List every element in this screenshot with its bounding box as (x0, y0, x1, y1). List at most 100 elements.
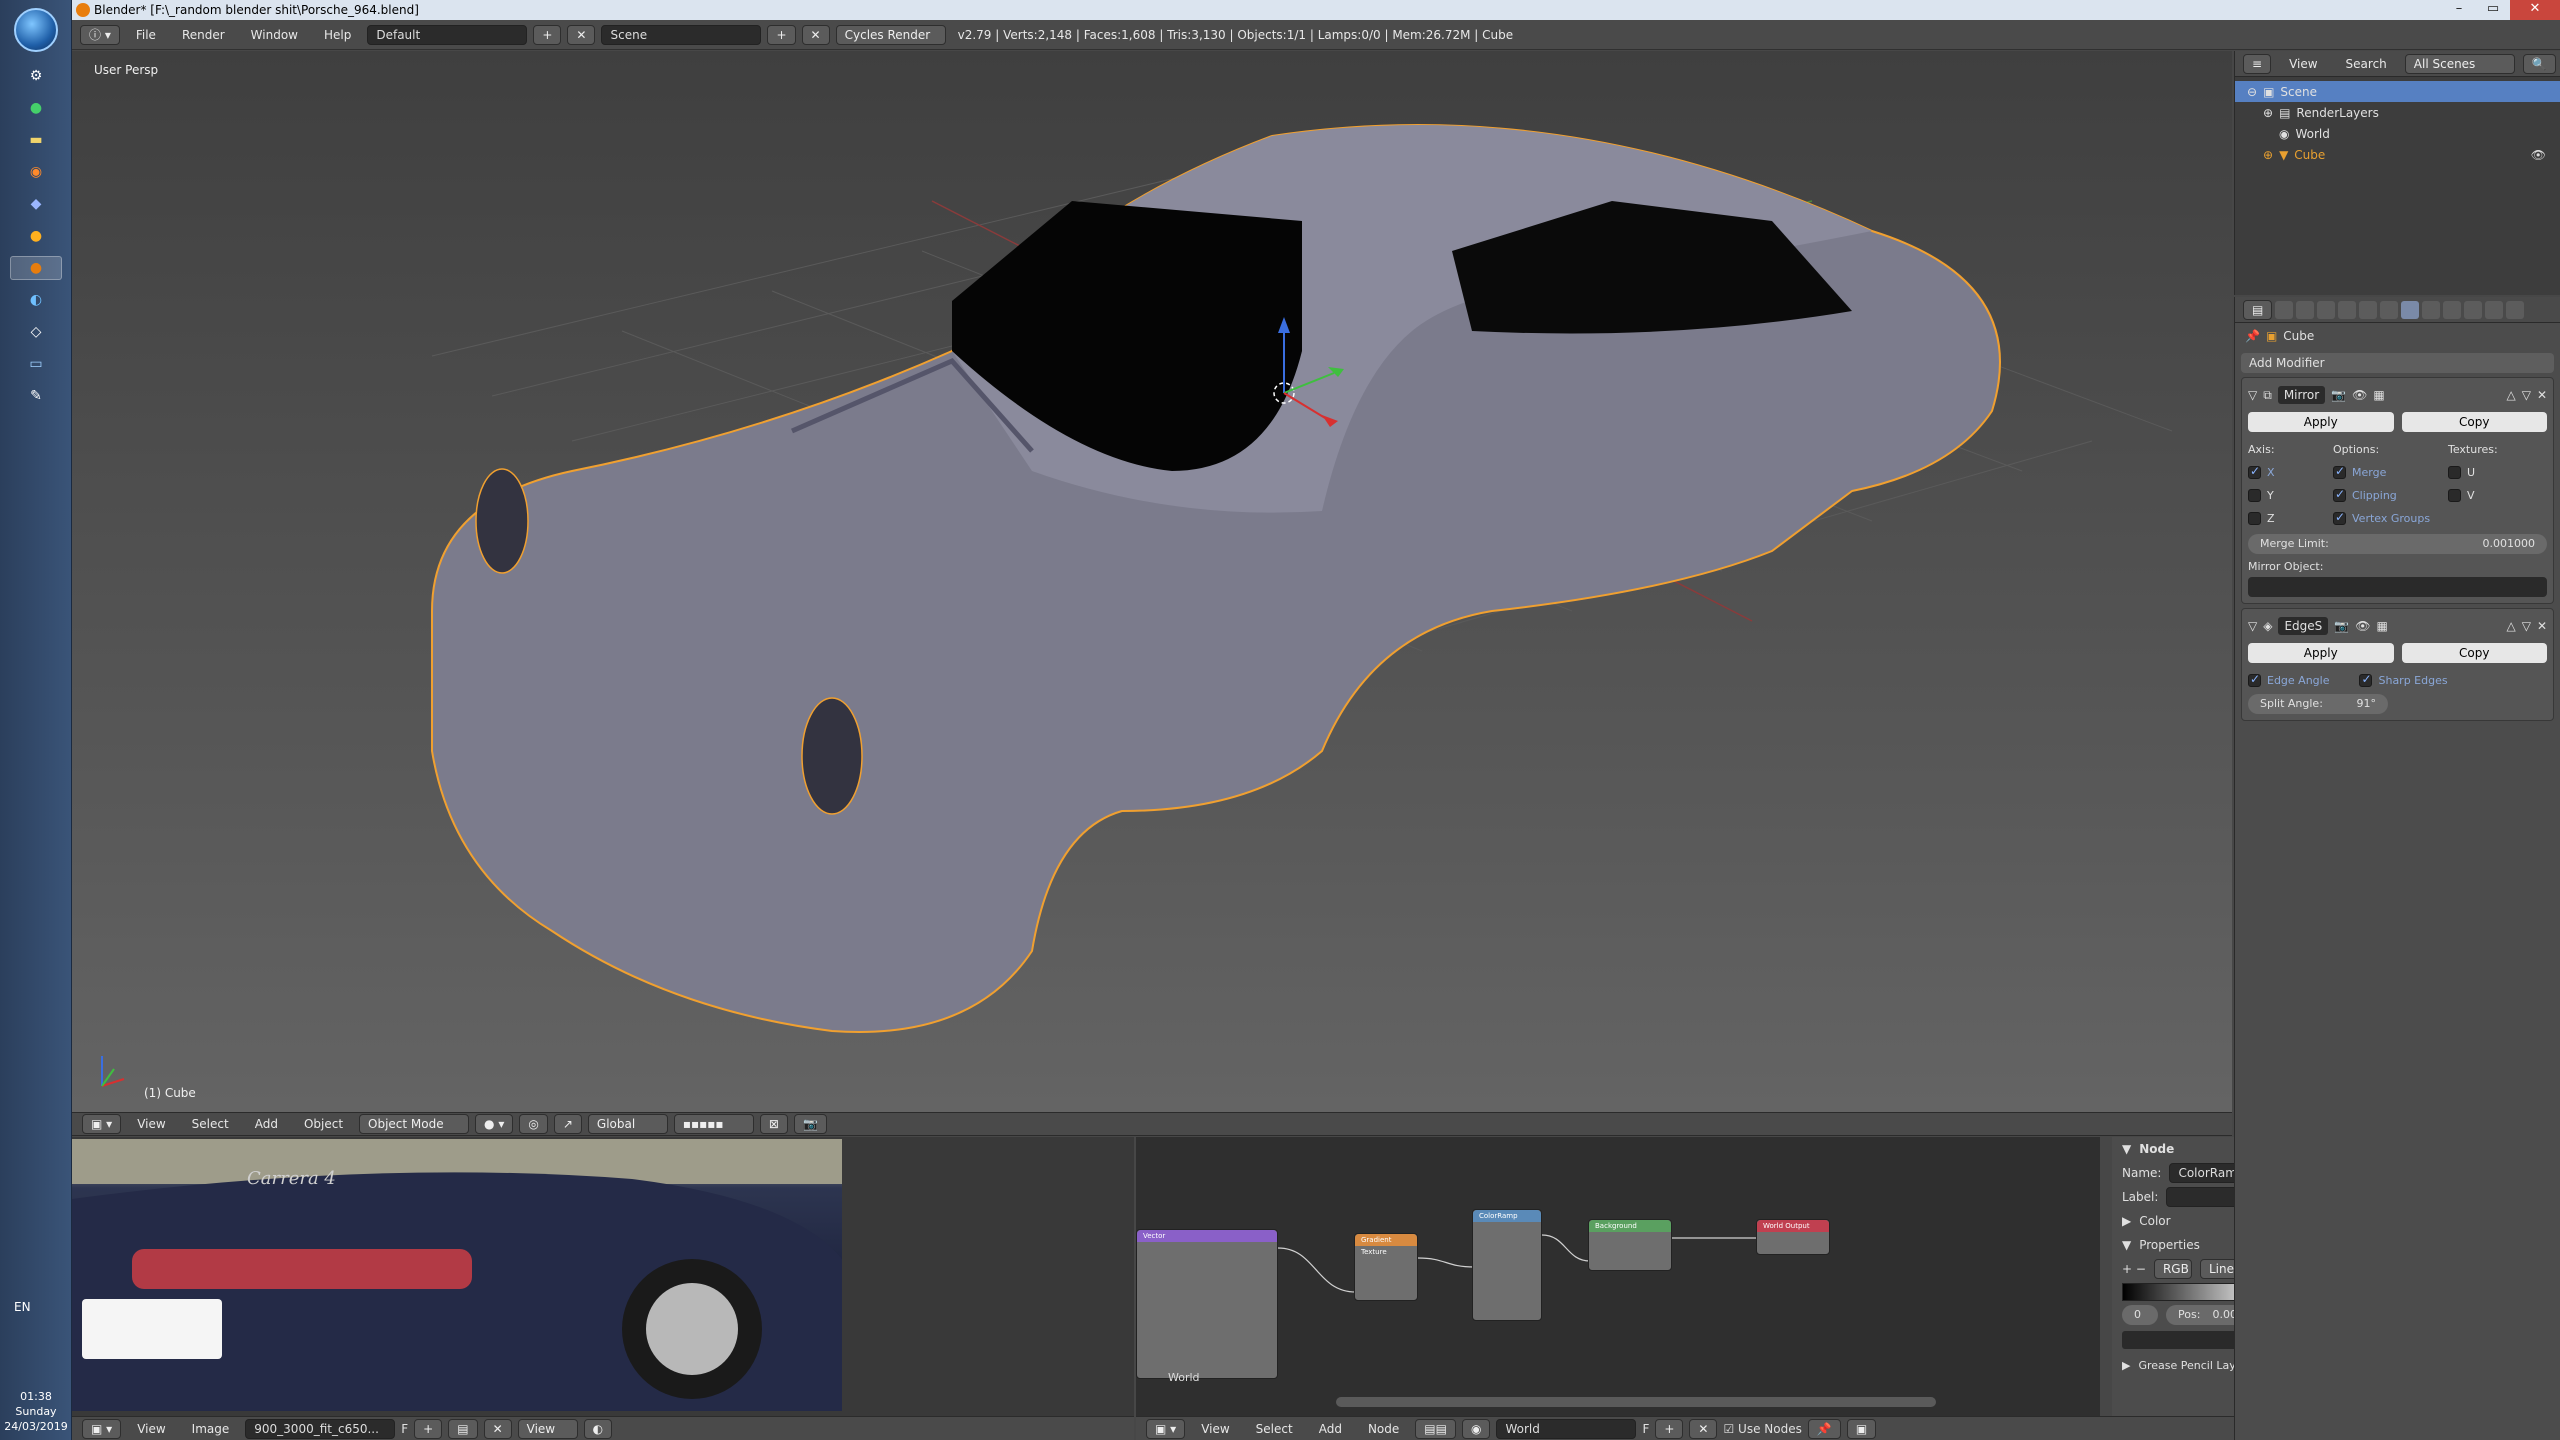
editor-type-node-button[interactable]: ▣ ▾ (1146, 1418, 1186, 1439)
scene-field[interactable]: Scene (601, 24, 762, 45)
car-body-mesh[interactable] (431, 124, 2001, 1033)
add-world-button[interactable]: + (1655, 1418, 1684, 1439)
snap-button[interactable]: ⊠ (759, 1114, 788, 1134)
app-icon[interactable]: ● (10, 224, 62, 248)
editor-type-outliner-button[interactable]: ≡ (2243, 53, 2272, 74)
vertex-groups-checkbox[interactable]: Vertex Groups (2333, 507, 2448, 530)
shader-type-buttons[interactable]: ▤▤ (1415, 1418, 1456, 1439)
texture-v-checkbox[interactable]: V (2448, 484, 2498, 507)
firefox-icon[interactable]: ◉ (10, 160, 62, 184)
expand-icon[interactable]: ⊕ (2263, 106, 2273, 120)
menu-file[interactable]: File (126, 28, 166, 42)
pivot-button[interactable]: ◎ (519, 1114, 548, 1134)
maximize-button[interactable]: ▭ (2476, 0, 2510, 20)
outliner-search-icon[interactable]: 🔍 (2522, 53, 2556, 74)
monitor-icon[interactable]: ▭ (10, 352, 62, 376)
edge-angle-checkbox[interactable]: Edge Angle (2248, 669, 2329, 692)
show-viewport-icon[interactable]: 👁 (2355, 619, 2370, 633)
delete-scene-button[interactable]: ✕ (801, 24, 830, 45)
node-background[interactable]: Background (1588, 1219, 1672, 1271)
add-screen-button[interactable]: + (533, 24, 562, 45)
modifiers-tab[interactable] (2401, 300, 2420, 319)
delete-screen-button[interactable]: ✕ (567, 24, 596, 45)
orientation-dropdown[interactable]: Global (587, 1114, 668, 1134)
add-modifier-dropdown[interactable]: Add Modifier (2241, 353, 2554, 373)
display-channels-button[interactable]: ◐ (583, 1418, 613, 1439)
color-mode-dropdown[interactable]: RGB (2153, 1259, 2192, 1279)
collapse-modifier-icon[interactable]: ▽ (2248, 619, 2257, 633)
physics-tab[interactable] (2506, 300, 2525, 319)
show-editmode-icon[interactable]: ▦ (2373, 388, 2384, 402)
pin-button[interactable]: 📌 (1807, 1418, 1841, 1439)
particles-tab[interactable] (2485, 300, 2504, 319)
unlink-image-button[interactable]: ✕ (483, 1418, 512, 1439)
editor-type-button[interactable]: ⓘ ▾ (80, 24, 120, 45)
outliner-item-renderlayers[interactable]: ⊕ ▤ RenderLayers (2235, 102, 2560, 123)
merge-checkbox[interactable]: Merge (2333, 461, 2448, 484)
shader-object-type-button[interactable]: ◉ (1461, 1418, 1491, 1439)
texture-u-checkbox[interactable]: U (2448, 461, 2498, 484)
mirror-copy-button[interactable]: Copy (2401, 412, 2547, 432)
whatsapp-icon[interactable]: ● (10, 96, 62, 120)
unlink-world-button[interactable]: ✕ (1689, 1418, 1718, 1439)
app-icon-2[interactable]: ◐ (10, 288, 62, 312)
node-menu-node[interactable]: Node (1358, 1422, 1409, 1436)
mirror-object-field[interactable] (2248, 577, 2547, 597)
expand-icon[interactable]: ⊕ (2263, 148, 2273, 162)
move-up-icon[interactable]: △ (2506, 619, 2515, 633)
menu-window[interactable]: Window (241, 28, 308, 42)
render-button[interactable]: 📷 (793, 1114, 827, 1134)
merge-limit-field[interactable]: Merge Limit: 0.001000 (2248, 534, 2547, 554)
vp-menu-add[interactable]: Add (245, 1117, 288, 1131)
app-icon-3[interactable]: ◇ (10, 320, 62, 344)
object-tab[interactable] (2359, 300, 2378, 319)
show-editmode-icon[interactable]: ▦ (2376, 619, 2387, 633)
clipping-checkbox[interactable]: Clipping (2333, 484, 2448, 507)
move-up-icon[interactable]: △ (2506, 388, 2515, 402)
menu-help[interactable]: Help (314, 28, 361, 42)
language-indicator[interactable]: EN (14, 1300, 31, 1314)
manipulator-button[interactable]: ↗ (553, 1114, 582, 1134)
vp-menu-select[interactable]: Select (182, 1117, 239, 1131)
collapse-modifier-icon[interactable]: ▽ (2248, 388, 2257, 402)
node-menu-view[interactable]: View (1191, 1422, 1239, 1436)
mirror-apply-button[interactable]: Apply (2248, 412, 2394, 432)
clock[interactable]: 01:38 Sunday 24/03/2019 (0, 1389, 72, 1434)
world-field[interactable]: World (1496, 1418, 1637, 1439)
render-layers-tab[interactable] (2296, 300, 2315, 319)
node-editor[interactable]: Vector Gradient Texture ColorRamp Backgr… (1136, 1137, 2100, 1416)
new-image-button[interactable]: + (414, 1418, 443, 1439)
show-render-icon[interactable]: 📷 (2331, 388, 2346, 402)
image-view-dropdown[interactable]: View (517, 1418, 578, 1439)
axis-y-checkbox[interactable]: Y (2248, 484, 2333, 507)
sharp-edges-checkbox[interactable]: Sharp Edges (2359, 669, 2448, 692)
node-menu-select[interactable]: Select (1246, 1422, 1303, 1436)
layers-grid[interactable]: ▪▪▪▪▪ (673, 1114, 754, 1134)
constraints-tab[interactable] (2380, 300, 2399, 319)
tool-icon[interactable]: ✎ (10, 384, 62, 408)
steam-icon[interactable]: ⚙ (10, 64, 62, 88)
node-colorramp[interactable]: ColorRamp (1472, 1209, 1542, 1321)
img-menu-view[interactable]: View (127, 1422, 175, 1436)
outliner-item-world[interactable]: ◉ World (2235, 123, 2560, 144)
close-button[interactable]: ✕ (2510, 0, 2560, 20)
pin-icon[interactable]: 📌 (2245, 329, 2260, 343)
open-image-button[interactable]: ▤ (448, 1418, 478, 1439)
world-fake-user[interactable]: F (1642, 1422, 1649, 1436)
remove-modifier-icon[interactable]: ✕ (2537, 619, 2547, 633)
outliner-menu-search[interactable]: Search (2336, 57, 2397, 71)
outliner-item-cube[interactable]: ⊕ ▼ Cube 👁 (2235, 144, 2560, 165)
start-button[interactable] (14, 8, 58, 52)
outliner-menu-view[interactable]: View (2279, 57, 2327, 71)
node-texture-coordinate[interactable]: Vector (1136, 1229, 1278, 1379)
use-nodes-checkbox[interactable]: ☑ Use Nodes (1723, 1422, 1801, 1436)
mode-dropdown[interactable]: Object Mode (359, 1114, 470, 1134)
render-tab[interactable] (2275, 300, 2294, 319)
add-stop-button[interactable]: + − (2122, 1262, 2146, 1276)
blender-taskbar-icon[interactable]: ● (10, 256, 62, 280)
move-down-icon[interactable]: ▽ (2522, 619, 2531, 633)
file-explorer-icon[interactable]: ▬ (10, 128, 62, 152)
3d-viewport[interactable]: User Persp (1) Cube (72, 51, 2232, 1112)
shading-button[interactable]: ● ▾ (475, 1114, 514, 1134)
show-viewport-icon[interactable]: 👁 (2352, 388, 2367, 402)
